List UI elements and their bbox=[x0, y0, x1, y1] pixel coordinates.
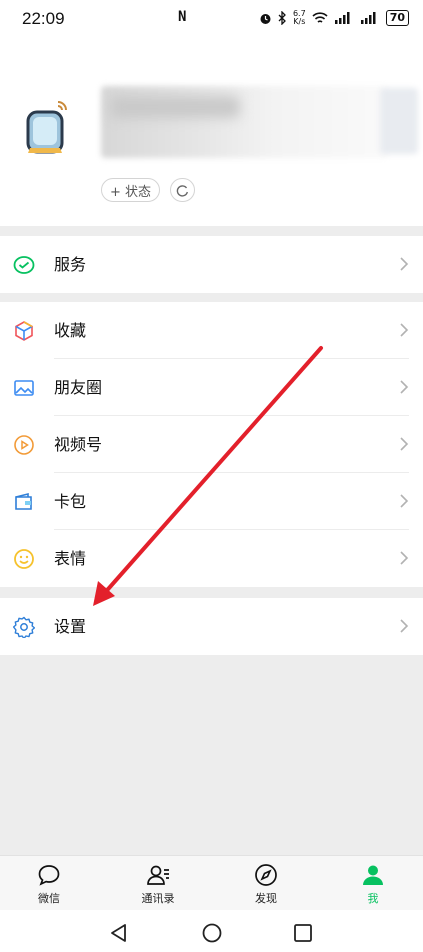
recents-square-icon[interactable] bbox=[292, 922, 314, 944]
menu-item-favorites[interactable]: 收藏 bbox=[0, 302, 423, 359]
compass-icon bbox=[255, 864, 277, 886]
chevron-right-icon bbox=[400, 619, 409, 633]
tab-chats-label: 微信 bbox=[38, 892, 60, 905]
tab-me-label: 我 bbox=[367, 892, 379, 905]
signal-icon-2 bbox=[360, 12, 376, 24]
person-icon bbox=[363, 865, 383, 885]
gear-icon bbox=[13, 616, 35, 638]
tab-contacts[interactable]: 通讯录 bbox=[128, 862, 188, 906]
menu-item-channels[interactable]: 视频号 bbox=[0, 416, 423, 473]
bluetooth-icon bbox=[278, 11, 286, 25]
chevron-right-icon bbox=[400, 551, 409, 565]
tab-contacts-label: 通讯录 bbox=[141, 892, 175, 905]
chevron-right-icon bbox=[400, 494, 409, 508]
menu-group-main: 收藏 朋友圈 视频号 卡包 表情 bbox=[0, 302, 423, 587]
tab-chats[interactable]: 微信 bbox=[19, 862, 79, 906]
nickname-blurred-text bbox=[110, 96, 240, 118]
smiley-icon bbox=[14, 549, 34, 569]
profile-header[interactable]: + 状态 bbox=[0, 38, 423, 226]
chevron-right-icon bbox=[400, 257, 409, 271]
chevron-right-icon bbox=[400, 380, 409, 394]
menu-item-favorites-label: 收藏 bbox=[54, 321, 87, 340]
tab-discover-label: 发现 bbox=[255, 892, 277, 905]
status-icons: 6.7 K/s 70 bbox=[259, 10, 409, 26]
menu-item-cards-label: 卡包 bbox=[54, 492, 87, 511]
system-nav-bar bbox=[0, 910, 423, 952]
back-triangle-icon[interactable] bbox=[108, 922, 130, 944]
menu-group-service: 服务 bbox=[0, 236, 423, 293]
menu-item-channels-label: 视频号 bbox=[54, 435, 103, 454]
tab-discover[interactable]: 发现 bbox=[236, 862, 296, 906]
network-speed: 6.7 K/s bbox=[293, 10, 306, 26]
menu-item-settings[interactable]: 设置 bbox=[0, 598, 423, 655]
nfc-icon: N bbox=[178, 9, 187, 25]
wifi-icon bbox=[312, 11, 328, 23]
menu-item-service-label: 服务 bbox=[54, 255, 87, 274]
add-status-button[interactable]: + 状态 bbox=[101, 178, 161, 202]
add-status-label: + 状态 bbox=[110, 184, 152, 200]
avatar[interactable] bbox=[22, 98, 74, 158]
menu-item-stickers-label: 表情 bbox=[54, 549, 87, 568]
home-circle-icon[interactable] bbox=[201, 922, 223, 944]
bottom-tab-bar: 微信 通讯录 发现 我 bbox=[0, 855, 423, 910]
menu-item-service[interactable]: 服务 bbox=[0, 236, 423, 293]
service-icon bbox=[13, 256, 35, 274]
battery-indicator: 70 bbox=[385, 10, 409, 26]
wallet-icon bbox=[15, 492, 32, 510]
menu-item-settings-label: 设置 bbox=[54, 617, 87, 636]
menu-group-settings: 设置 bbox=[0, 598, 423, 655]
status-time: 22:09 bbox=[22, 9, 65, 28]
moments-picture-icon bbox=[14, 380, 34, 396]
favorites-cube-icon bbox=[15, 321, 33, 341]
qr-code-blurred[interactable] bbox=[380, 88, 418, 154]
chevron-right-icon bbox=[400, 323, 409, 337]
menu-item-moments[interactable]: 朋友圈 bbox=[0, 359, 423, 416]
channels-play-icon bbox=[14, 435, 34, 455]
refresh-status-button[interactable] bbox=[170, 178, 195, 202]
contacts-icon bbox=[147, 865, 169, 885]
menu-item-moments-label: 朋友圈 bbox=[54, 378, 103, 397]
chat-bubble-icon bbox=[38, 865, 60, 886]
refresh-icon bbox=[176, 184, 188, 197]
menu-item-cards[interactable]: 卡包 bbox=[0, 473, 423, 530]
alarm-icon bbox=[260, 13, 271, 24]
network-speed-unit: K/s bbox=[293, 17, 306, 26]
signal-icon bbox=[334, 12, 350, 24]
chevron-right-icon bbox=[400, 437, 409, 451]
tab-me[interactable]: 我 bbox=[343, 862, 403, 906]
menu-item-stickers[interactable]: 表情 bbox=[0, 530, 423, 587]
status-bar: 22:09 N 6.7 K/s 70 bbox=[0, 0, 423, 38]
